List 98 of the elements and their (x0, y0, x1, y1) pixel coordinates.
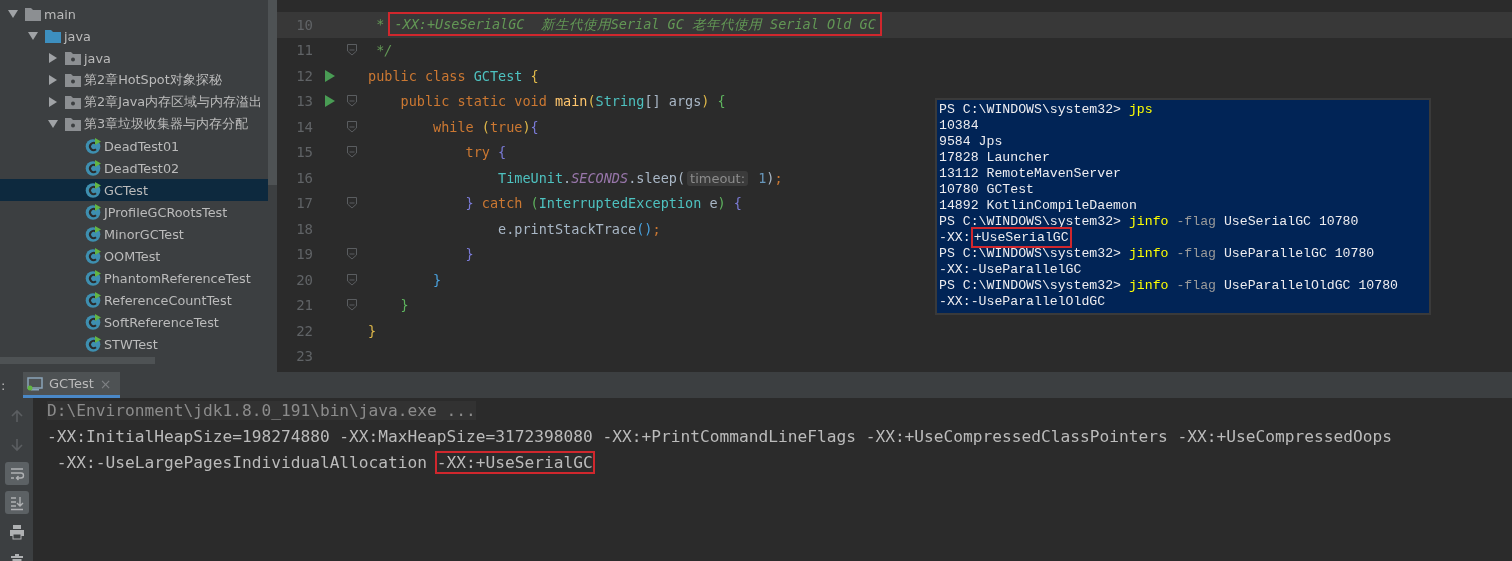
tree-item[interactable]: DeadTest02 (0, 157, 268, 179)
line-number: 17 (295, 195, 313, 212)
class-icon (85, 182, 101, 198)
tree-item[interactable]: OOMTest (0, 245, 268, 267)
folder-icon (65, 95, 81, 109)
tree-item[interactable]: DeadTest01 (0, 135, 268, 157)
terminal-line: -XX:-UseParallelGC (939, 262, 1083, 278)
line-number: 11 (295, 42, 313, 59)
terminal-line: 14892 KotlinCompileDaemon (939, 198, 1138, 214)
line-number: 13 (295, 93, 313, 110)
folder-icon (45, 29, 61, 43)
tree-item[interactable]: java (0, 47, 268, 69)
terminal-line: PS C:\WINDOWS\system32> jps (939, 102, 1154, 118)
run-icon[interactable] (325, 69, 335, 82)
printer-icon (8, 523, 25, 540)
terminal-line: 10780 GCTest (939, 182, 1035, 198)
fold-icon[interactable] (347, 248, 357, 261)
tree-item[interactable]: java (0, 25, 268, 47)
scroll-to-end-icon (8, 494, 25, 511)
class-icon (85, 314, 101, 330)
fold-icon[interactable] (347, 299, 357, 312)
terminal-line: PS C:\WINDOWS\system32> jinfo -flag UseParallelGC 10780 (939, 246, 1376, 262)
tree-item[interactable]: PhantomReferenceTest (0, 267, 268, 289)
fold-icon[interactable] (347, 120, 357, 133)
terminal-line: -XX: +UseSerialGC (939, 230, 1429, 246)
tree-item[interactable]: SoftReferenceTest (0, 311, 268, 333)
line-number: 19 (295, 246, 313, 263)
folder-icon (25, 7, 41, 21)
scroll-to-end-button[interactable] (4, 491, 29, 514)
tree-item[interactable]: 第3章垃圾收集器与内存分配 (0, 113, 268, 135)
code-line: } (368, 322, 377, 339)
code-line: try { (464, 144, 507, 161)
terminal-line: PS C:\WINDOWS\system32> jinfo -flag UseSerialGC 10780 (939, 214, 1360, 230)
code-line: */ (375, 42, 393, 59)
code-line: public static void main(String[] args) { (399, 93, 726, 110)
folder-icon (65, 51, 81, 65)
code-line: TimeUnit.SECONDS.sleep( timeout: 1); (497, 169, 783, 186)
console-line: -XX:-UseLargePagesIndividualAllocation -XX:+UseSerialGC (55, 452, 594, 474)
folder-icon (65, 73, 81, 87)
run-tab[interactable]: GCTest × (23, 372, 120, 398)
code-line: } (399, 297, 409, 314)
line-number: 22 (295, 322, 313, 339)
line-number: 12 (295, 67, 313, 84)
code-line: } (432, 271, 442, 288)
class-icon (85, 248, 101, 264)
tree-item[interactable]: main (0, 3, 268, 25)
code-line: while (true){ (432, 118, 539, 135)
line-number: 18 (295, 220, 313, 237)
class-icon (85, 138, 101, 154)
panel-label: : (0, 376, 7, 395)
code-line: } (464, 246, 474, 263)
fold-icon[interactable] (347, 197, 357, 210)
tree-item[interactable]: ReferenceCountTest (0, 289, 268, 311)
console-icon (27, 376, 43, 391)
expanded-arrow-icon[interactable] (28, 31, 38, 41)
fold-icon[interactable] (347, 95, 357, 108)
class-icon (85, 160, 101, 176)
fold-icon[interactable] (347, 44, 357, 57)
scrollbar[interactable] (268, 0, 277, 185)
folder-icon (65, 117, 81, 131)
class-icon (85, 292, 101, 308)
class-icon (85, 336, 101, 352)
tree-item[interactable]: MinorGCTest (0, 223, 268, 245)
soft-wrap-button[interactable] (4, 462, 29, 485)
line-number: 20 (295, 271, 313, 288)
tree-item[interactable]: JProfileGCRootsTest (0, 201, 268, 223)
class-icon (85, 270, 101, 286)
fold-icon[interactable] (347, 146, 357, 159)
line-number: 14 (295, 118, 313, 135)
collapsed-arrow-icon[interactable] (48, 53, 58, 63)
terminal-line: 17828 Launcher (939, 150, 1051, 166)
tree-item[interactable]: 第2章Java内存区域与内存溢出 (0, 91, 268, 113)
collapsed-arrow-icon[interactable] (48, 75, 58, 85)
class-icon (85, 204, 101, 220)
terminal-line: 10384 (939, 118, 980, 134)
terminal-line: 13112 RemoteMavenServer (939, 166, 1123, 182)
code-line: public class GCTest { (368, 67, 539, 84)
tree-item[interactable]: 第2章HotSpot对象探秘 (0, 69, 268, 91)
line-number: 21 (295, 297, 313, 314)
tree-item[interactable]: GCTest (0, 179, 268, 201)
expanded-arrow-icon[interactable] (8, 9, 18, 19)
console-line: -XX:InitialHeapSize=198274880 -XX:MaxHeapSize=3172398080 -XX:+PrintCommandLineFlags -XX:+UseCompressedClassPointers -XX:+UseCompressedOops (47, 426, 1392, 448)
expanded-arrow-icon[interactable] (48, 119, 58, 129)
down-arrow-icon (8, 436, 25, 453)
code-line: } catch (InterruptedException e) { (464, 195, 742, 212)
line-number: 15 (295, 144, 313, 161)
tree-item[interactable]: STWTest (0, 333, 268, 355)
code-line: e.printStackTrace(); (497, 220, 661, 237)
run-icon[interactable] (325, 95, 335, 108)
wrap-icon (8, 465, 25, 482)
class-icon (85, 226, 101, 242)
collapsed-arrow-icon[interactable] (48, 97, 58, 107)
line-number: 16 (295, 169, 313, 186)
line-number: 23 (295, 348, 313, 365)
fold-icon[interactable] (347, 273, 357, 286)
terminal-line: -XX:-UseParallelOldGC (939, 294, 1107, 310)
terminal-line: 9584 Jps (939, 134, 1004, 150)
terminal-line: PS C:\WINDOWS\system32> jinfo -flag UseParallelOldGC 10780 (939, 278, 1400, 294)
